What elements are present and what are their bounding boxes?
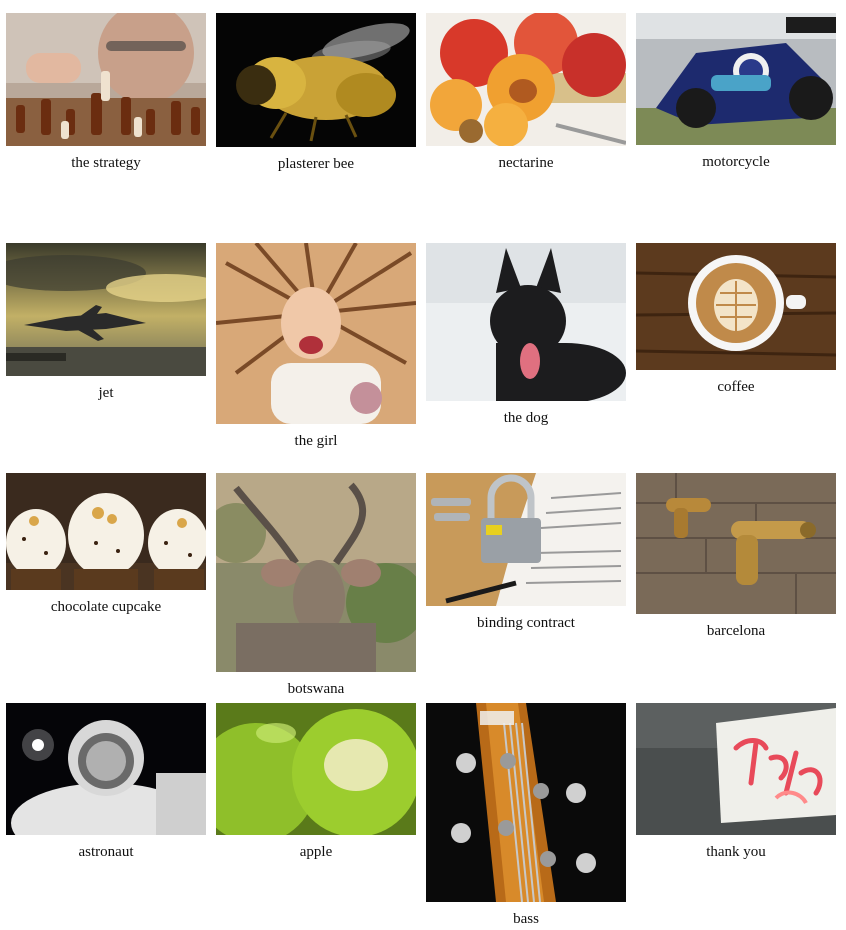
gallery-item-the-strategy[interactable]: the strategy [6,13,206,172]
gallery-caption: the strategy [71,155,141,171]
gallery-item-bass[interactable]: bass [426,703,626,928]
gallery-caption: apple [299,844,333,860]
astronaut-photo-icon [6,703,206,835]
gallery-caption: bass [513,911,539,927]
nectarine-photo-icon [426,13,626,146]
dog-photo-icon [426,243,626,401]
image-gallery: the strategy plasterer bee nectarine mot… [0,0,846,930]
gallery-item-coffee[interactable]: coffee [636,243,836,396]
neon-sign-photo-icon [636,703,836,835]
gallery-item-the-dog[interactable]: the dog [426,243,626,427]
gallery-item-binding-contract[interactable]: binding contract [426,473,626,632]
gallery-caption: plasterer bee [277,156,355,172]
gallery-caption: motorcycle [702,154,770,170]
gallery-item-nectarine[interactable]: nectarine [426,13,626,172]
gallery-item-chocolate-cupcake[interactable]: chocolate cupcake [6,473,206,616]
brass-taps-photo-icon [636,473,836,614]
gallery-caption: coffee [717,379,755,395]
bass-guitar-photo-icon [426,703,626,902]
gallery-caption: chocolate cupcake [50,599,162,615]
gallery-item-jet[interactable]: jet [6,243,206,402]
gallery-item-plasterer-bee[interactable]: plasterer bee [216,13,416,173]
gallery-item-motorcycle[interactable]: motorcycle [636,13,836,171]
gallery-caption: botswana [287,681,345,697]
jet-photo-icon [6,243,206,376]
coffee-photo-icon [636,243,836,370]
apple-photo-icon [216,703,416,835]
cupcake-photo-icon [6,473,206,590]
chess-photo-icon [6,13,206,146]
gallery-item-botswana[interactable]: botswana [216,473,416,698]
bee-photo-icon [216,13,416,147]
girl-photo-icon [216,243,416,424]
gallery-item-the-girl[interactable]: the girl [216,243,416,450]
gallery-caption: astronaut [78,844,134,860]
gallery-item-thank-you[interactable]: thank you [636,703,836,861]
gallery-caption: thank you [706,844,766,860]
gallery-item-barcelona[interactable]: barcelona [636,473,836,640]
gallery-caption: barcelona [706,623,766,639]
motorcycle-photo-icon [636,13,836,145]
gallery-caption: nectarine [498,155,554,171]
kudu-photo-icon [216,473,416,672]
gallery-caption: the girl [294,433,338,449]
padlock-contract-photo-icon [426,473,626,606]
gallery-item-apple[interactable]: apple [216,703,416,861]
gallery-caption: the dog [503,410,549,426]
gallery-item-astronaut[interactable]: astronaut [6,703,206,861]
gallery-caption: jet [98,385,114,401]
gallery-caption: binding contract [477,615,575,631]
